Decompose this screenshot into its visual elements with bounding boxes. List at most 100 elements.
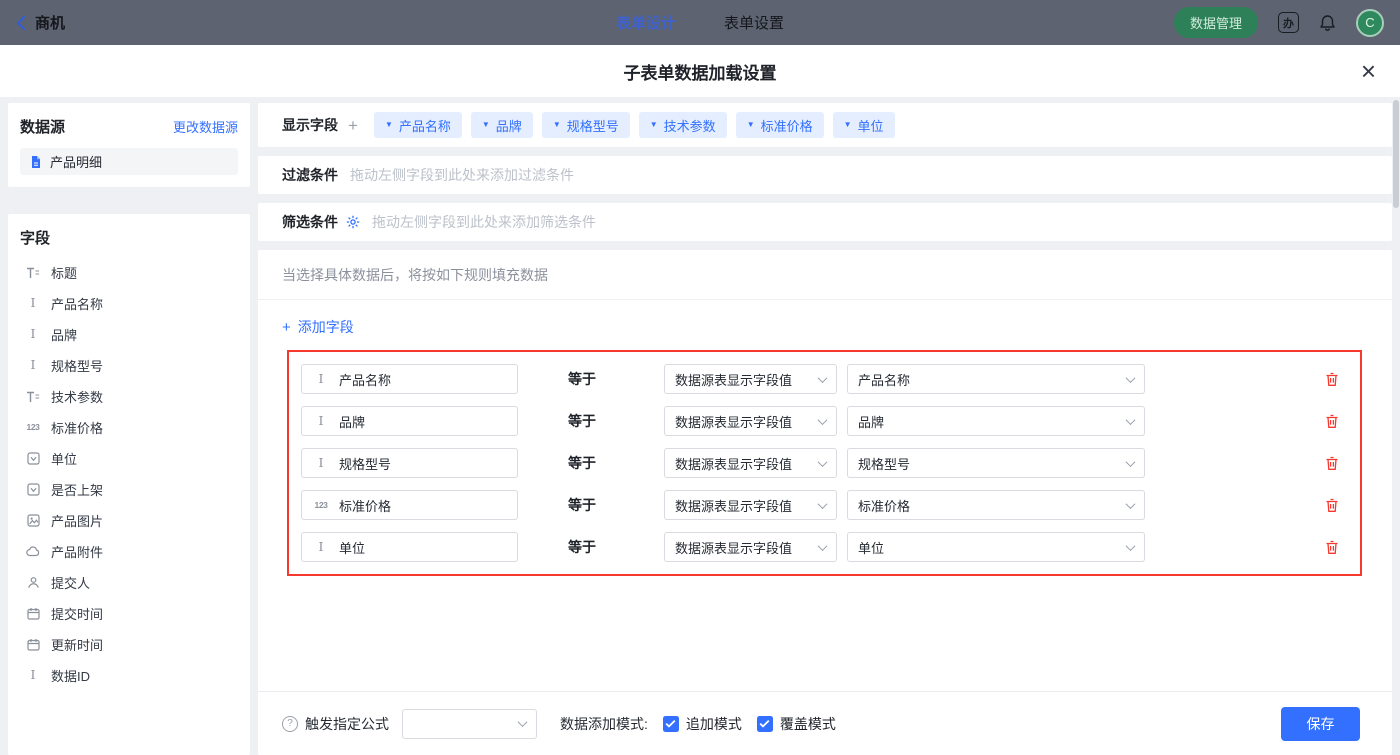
rule-source-select[interactable]: 数据源表显示字段值: [664, 490, 837, 520]
person-icon: [24, 576, 42, 589]
chip-label: 品牌: [496, 116, 522, 135]
caret-down-icon: ▼: [385, 121, 393, 129]
delete-rule-icon[interactable]: [1325, 498, 1339, 513]
gear-icon[interactable]: [346, 215, 360, 229]
chevron-down-icon: [818, 499, 828, 509]
display-field-chip[interactable]: ▼ 品牌: [471, 112, 533, 138]
field-item-title[interactable]: 标题: [20, 257, 238, 288]
rule-field-box[interactable]: I 品牌: [301, 406, 518, 436]
caret-down-icon: ▼: [844, 121, 852, 129]
rule-source-select[interactable]: 数据源表显示字段值: [664, 448, 837, 478]
avatar[interactable]: C: [1356, 9, 1384, 37]
display-field-chip[interactable]: ▼标准价格: [736, 112, 824, 138]
fill-rule-row: I 规格型号 等于 数据源表显示字段值 规格型号: [295, 442, 1354, 484]
delete-rule-icon[interactable]: [1325, 456, 1339, 471]
text-icon: I: [312, 541, 330, 554]
display-field-chip[interactable]: ▼技术参数: [639, 112, 727, 138]
field-item-on-shelf[interactable]: 是否上架: [20, 474, 238, 505]
rule-field-box[interactable]: I 规格型号: [301, 448, 518, 478]
chevron-left-icon: [16, 15, 26, 31]
field-item-tech-params[interactable]: 技术参数: [20, 381, 238, 412]
delete-rule-icon[interactable]: [1325, 372, 1339, 387]
cloud-icon: [24, 545, 42, 558]
rule-source-select[interactable]: 数据源表显示字段值: [664, 532, 837, 562]
text-icon: I: [24, 669, 42, 682]
chip-label: 标准价格: [761, 116, 813, 135]
field-item-brand[interactable]: I 品牌: [20, 319, 238, 350]
delete-rule-icon[interactable]: [1325, 414, 1339, 429]
tab-form-design[interactable]: 表单设计: [616, 12, 676, 33]
number-icon: 123: [312, 501, 330, 510]
field-item-data-id[interactable]: I 数据ID: [20, 660, 238, 691]
rule-operator: 等于: [568, 537, 606, 557]
field-item-label: 技术参数: [51, 387, 103, 406]
rule-source-select[interactable]: 数据源表显示字段值: [664, 406, 837, 436]
rule-target-select[interactable]: 产品名称: [847, 364, 1145, 394]
back-button[interactable]: [16, 15, 26, 31]
rule-field-label: 单位: [339, 538, 365, 557]
rule-target-select[interactable]: 标准价格: [847, 490, 1145, 520]
modal-header: 子表单数据加载设置 ×: [0, 45, 1400, 97]
datasource-panel: 数据源 更改数据源 产品明细: [8, 103, 250, 187]
rule-field-box[interactable]: 123 标准价格: [301, 490, 518, 520]
close-icon[interactable]: ×: [1361, 58, 1376, 84]
field-item-price[interactable]: 123 标准价格: [20, 412, 238, 443]
rule-target-select[interactable]: 单位: [847, 532, 1145, 562]
field-item-label: 标题: [51, 263, 77, 282]
rule-field-label: 规格型号: [339, 454, 391, 473]
help-icon[interactable]: ?: [282, 716, 298, 732]
filter-condition-label: 过滤条件: [282, 165, 338, 185]
topbar-right: 数据管理 办 C: [1174, 7, 1384, 38]
fill-rule-row: I 产品名称 等于 数据源表显示字段值 产品名称: [295, 358, 1354, 400]
field-item-unit[interactable]: 单位: [20, 443, 238, 474]
app-icon[interactable]: 办: [1278, 12, 1299, 33]
add-display-field-button[interactable]: +: [348, 117, 358, 134]
display-field-chip[interactable]: ▼规格型号: [542, 112, 630, 138]
overwrite-mode-checkbox[interactable]: 覆盖模式: [757, 714, 836, 734]
delete-rule-icon[interactable]: [1325, 540, 1339, 555]
datasource-header: 数据源 更改数据源: [20, 116, 238, 137]
rule-source-select[interactable]: 数据源表显示字段值: [664, 364, 837, 394]
field-item-update-time[interactable]: 更新时间: [20, 629, 238, 660]
fill-rule-row: I 品牌 等于 数据源表显示字段值 品牌: [295, 400, 1354, 442]
multiline-text-icon: [24, 267, 42, 279]
data-manage-button[interactable]: 数据管理: [1174, 7, 1258, 38]
field-item-submit-time[interactable]: 提交时间: [20, 598, 238, 629]
caret-down-icon: ▼: [482, 121, 490, 129]
chip-label: 规格型号: [567, 116, 619, 135]
formula-select[interactable]: [402, 709, 537, 739]
formula-label: 触发指定公式: [305, 714, 389, 734]
bell-icon[interactable]: [1319, 14, 1336, 32]
display-field-chip[interactable]: ▼产品名称: [374, 112, 462, 138]
filter-condition-bar[interactable]: 过滤条件 拖动左侧字段到此处来添加过滤条件: [258, 156, 1392, 194]
tab-form-settings[interactable]: 表单设置: [724, 12, 784, 33]
rule-field-label: 品牌: [339, 412, 365, 431]
rule-target-select[interactable]: 规格型号: [847, 448, 1145, 478]
rule-field-box[interactable]: I 产品名称: [301, 364, 518, 394]
field-item-attachment[interactable]: 产品附件: [20, 536, 238, 567]
change-datasource-link[interactable]: 更改数据源: [173, 117, 238, 136]
screen-condition-bar[interactable]: 筛选条件 拖动左侧字段到此处来添加筛选条件: [258, 203, 1392, 241]
add-field-button[interactable]: + 添加字段: [282, 317, 354, 337]
fill-rules-panel: 当选择具体数据后，将按如下规则填充数据 + 添加字段 I 产品名称 等于 数据源…: [258, 250, 1392, 755]
field-item-label: 更新时间: [51, 635, 103, 654]
save-button[interactable]: 保存: [1281, 707, 1360, 741]
rule-target-select[interactable]: 品牌: [847, 406, 1145, 436]
app-root: 商机 表单设计 表单设置 数据管理 办 C 子表单数据加载设置 × 数据源 更改…: [0, 0, 1400, 755]
rule-source-value: 数据源表显示字段值: [675, 496, 792, 515]
field-item-product-image[interactable]: 产品图片: [20, 505, 238, 536]
field-item-product-name[interactable]: I 产品名称: [20, 288, 238, 319]
chevron-down-icon: [1126, 541, 1136, 551]
field-item-submitter[interactable]: 提交人: [20, 567, 238, 598]
datasource-selected-item[interactable]: 产品明细: [20, 148, 238, 175]
chevron-down-icon: [518, 717, 528, 727]
rule-source-value: 数据源表显示字段值: [675, 370, 792, 389]
field-item-spec[interactable]: I 规格型号: [20, 350, 238, 381]
back-page-label[interactable]: 商机: [35, 12, 65, 33]
append-mode-checkbox[interactable]: 追加模式: [663, 714, 742, 734]
topbar-tabs: 表单设计 表单设置: [616, 0, 784, 45]
rule-field-box[interactable]: I 单位: [301, 532, 518, 562]
scrollbar-thumb[interactable]: [1393, 100, 1399, 208]
display-field-chip[interactable]: ▼单位: [833, 112, 895, 138]
modal-body: 数据源 更改数据源 产品明细 字段 标题 I 产品名称: [0, 97, 1400, 755]
